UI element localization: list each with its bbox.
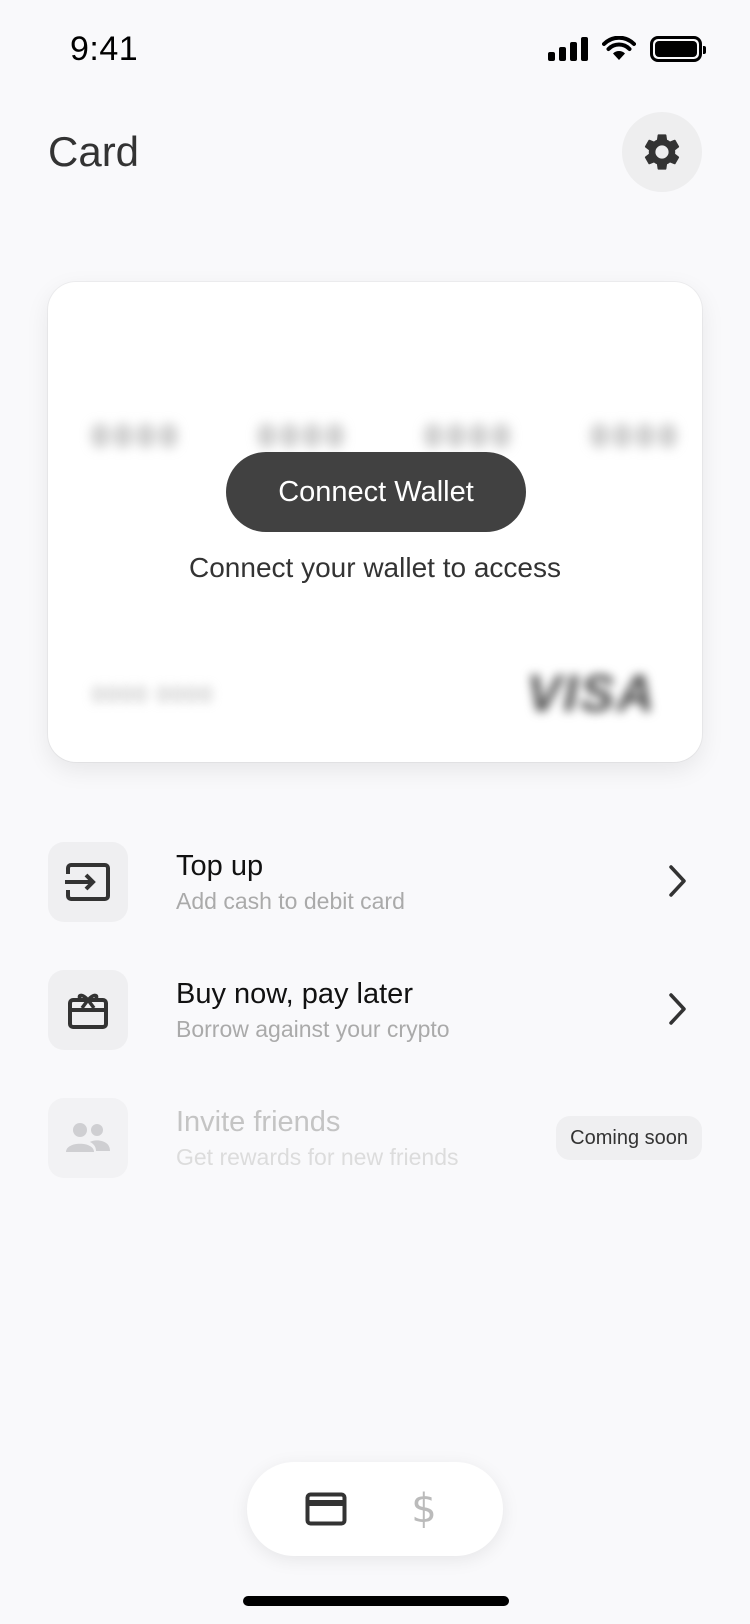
tab-card[interactable] [291, 1474, 361, 1544]
signal-icon [548, 37, 588, 61]
page-title: Card [48, 128, 140, 175]
blurred-number-group: 0000 [258, 420, 350, 453]
list-item-title: Top up [176, 850, 264, 882]
wifi-icon [602, 36, 636, 60]
list-item-invite-friends: Invite friends Get rewards for new frien… [48, 1098, 702, 1178]
blurred-number-group: 0000 [424, 420, 516, 453]
invite-icon-tile [48, 1098, 128, 1178]
connect-wallet-button[interactable]: Connect Wallet [226, 452, 526, 532]
debit-card: 0000 0000 0000 0000 0000 0000 VISA Conne… [48, 282, 702, 762]
list-item-subtitle: Get rewards for new friends [176, 1144, 459, 1170]
list-item-subtitle: Add cash to debit card [176, 888, 405, 914]
chevron-right-icon [669, 865, 686, 897]
blurred-expiry: 0000 0000 [92, 682, 214, 707]
list-item-subtitle: Borrow against your crypto [176, 1016, 450, 1042]
top-up-icon-tile [48, 842, 128, 922]
status-icons [548, 36, 706, 62]
gift-card-icon [68, 993, 108, 1029]
status-time: 9:41 [70, 30, 139, 68]
tab-dollar[interactable]: $ [389, 1474, 459, 1544]
blurred-card-brand: VISA [526, 665, 656, 723]
bnpl-icon-tile [48, 970, 128, 1050]
battery-icon [650, 36, 706, 62]
transfer-in-icon [65, 863, 110, 901]
blurred-card-number: 0000 0000 0000 0000 [92, 420, 682, 454]
connect-wallet-subtitle: Connect your wallet to access [189, 552, 561, 583]
list-item-buy-now-pay-later[interactable]: Buy now, pay later Borrow against your c… [48, 970, 702, 1050]
list-item-top-up[interactable]: Top up Add cash to debit card [48, 842, 702, 922]
coming-soon-badge: Coming soon [556, 1116, 702, 1160]
blurred-number-group: 0000 [92, 420, 183, 453]
card-icon [305, 1492, 347, 1526]
status-bar: 9:41 [0, 0, 750, 100]
list-item-title: Invite friends [176, 1106, 341, 1138]
home-indicator[interactable] [243, 1596, 509, 1606]
list-item-title: Buy now, pay later [176, 978, 413, 1010]
chevron-right-icon [669, 993, 686, 1025]
people-icon [66, 1123, 110, 1152]
blurred-number-group: 0000 [591, 420, 682, 453]
settings-button[interactable] [622, 112, 702, 192]
gear-icon [644, 134, 680, 170]
bottom-nav: $ [247, 1462, 503, 1556]
dollar-icon: $ [411, 1486, 437, 1532]
